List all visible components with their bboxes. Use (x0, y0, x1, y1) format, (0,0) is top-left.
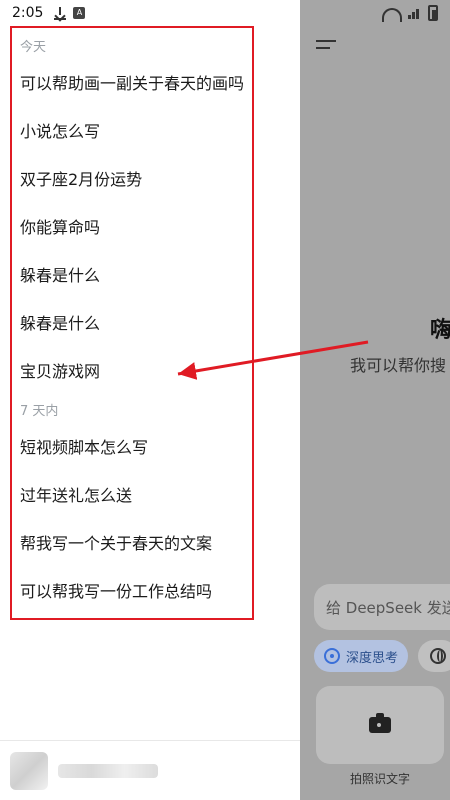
camera-icon (369, 713, 391, 733)
camera-label: 拍照识文字 (350, 772, 411, 786)
greeting-subtitle: 我可以帮你搜 (350, 356, 447, 375)
username-redacted (58, 764, 158, 778)
status-time: 2:05 (12, 5, 44, 21)
history-drawer: 今天 可以帮助画一副关于春天的画吗 小说怎么写 双子座2月份运势 你能算命吗 躲… (0, 0, 300, 800)
camera-tile[interactable] (316, 686, 444, 764)
list-item[interactable]: 双子座2月份运势 (16, 166, 142, 190)
list-item[interactable]: 宝贝游戏网 (16, 358, 100, 382)
history-highlight-box: 今天 可以帮助画一副关于春天的画吗 小说怎么写 双子座2月份运势 你能算命吗 躲… (10, 26, 254, 620)
wifi-icon (382, 8, 402, 22)
globe-icon (430, 648, 446, 664)
main-content-dimmed: 嗨 我可以帮你搜 给 DeepSeek 发送 深度思考 拍照识文字 (300, 0, 450, 800)
app-notification-icon: A (73, 7, 86, 19)
user-profile[interactable] (10, 752, 158, 790)
list-item[interactable]: 短视频脚本怎么写 (16, 434, 148, 458)
deep-think-button[interactable]: 深度思考 (314, 640, 409, 672)
message-input-placeholder: 给 DeepSeek 发送 (326, 598, 450, 617)
atom-icon (324, 648, 340, 664)
section-today: 今天 (16, 36, 46, 55)
drawer-bottom-divider (0, 740, 300, 741)
signal-icon (408, 7, 422, 19)
message-input[interactable]: 给 DeepSeek 发送 (314, 584, 450, 630)
avatar[interactable] (10, 752, 48, 790)
status-right (382, 5, 438, 22)
menu-icon[interactable] (316, 38, 336, 50)
status-notification-icons: A (53, 6, 86, 20)
list-item[interactable]: 可以帮我写一份工作总结吗 (16, 578, 212, 602)
status-left: 2:05 A (12, 5, 86, 21)
list-item[interactable]: 可以帮助画一副关于春天的画吗 (16, 70, 244, 94)
download-icon (53, 6, 67, 20)
deep-think-label: 深度思考 (346, 650, 399, 666)
status-bar: 2:05 A (0, 0, 450, 26)
battery-icon (428, 5, 438, 21)
section-label-7-days: 7 天内 (20, 404, 59, 419)
section-7-days: 7 天内 (16, 400, 58, 419)
web-search-button[interactable] (418, 640, 450, 672)
list-item[interactable]: 你能算命吗 (16, 214, 100, 238)
list-item[interactable]: 帮我写一个关于春天的文案 (16, 530, 212, 554)
list-item[interactable]: 过年送礼怎么送 (16, 482, 132, 506)
list-item[interactable]: 小说怎么写 (16, 118, 100, 142)
section-label-today: 今天 (20, 40, 47, 55)
greeting-title: 嗨 (430, 318, 450, 343)
list-item[interactable]: 躲春是什么 (16, 310, 100, 334)
list-item[interactable]: 躲春是什么 (16, 262, 100, 286)
